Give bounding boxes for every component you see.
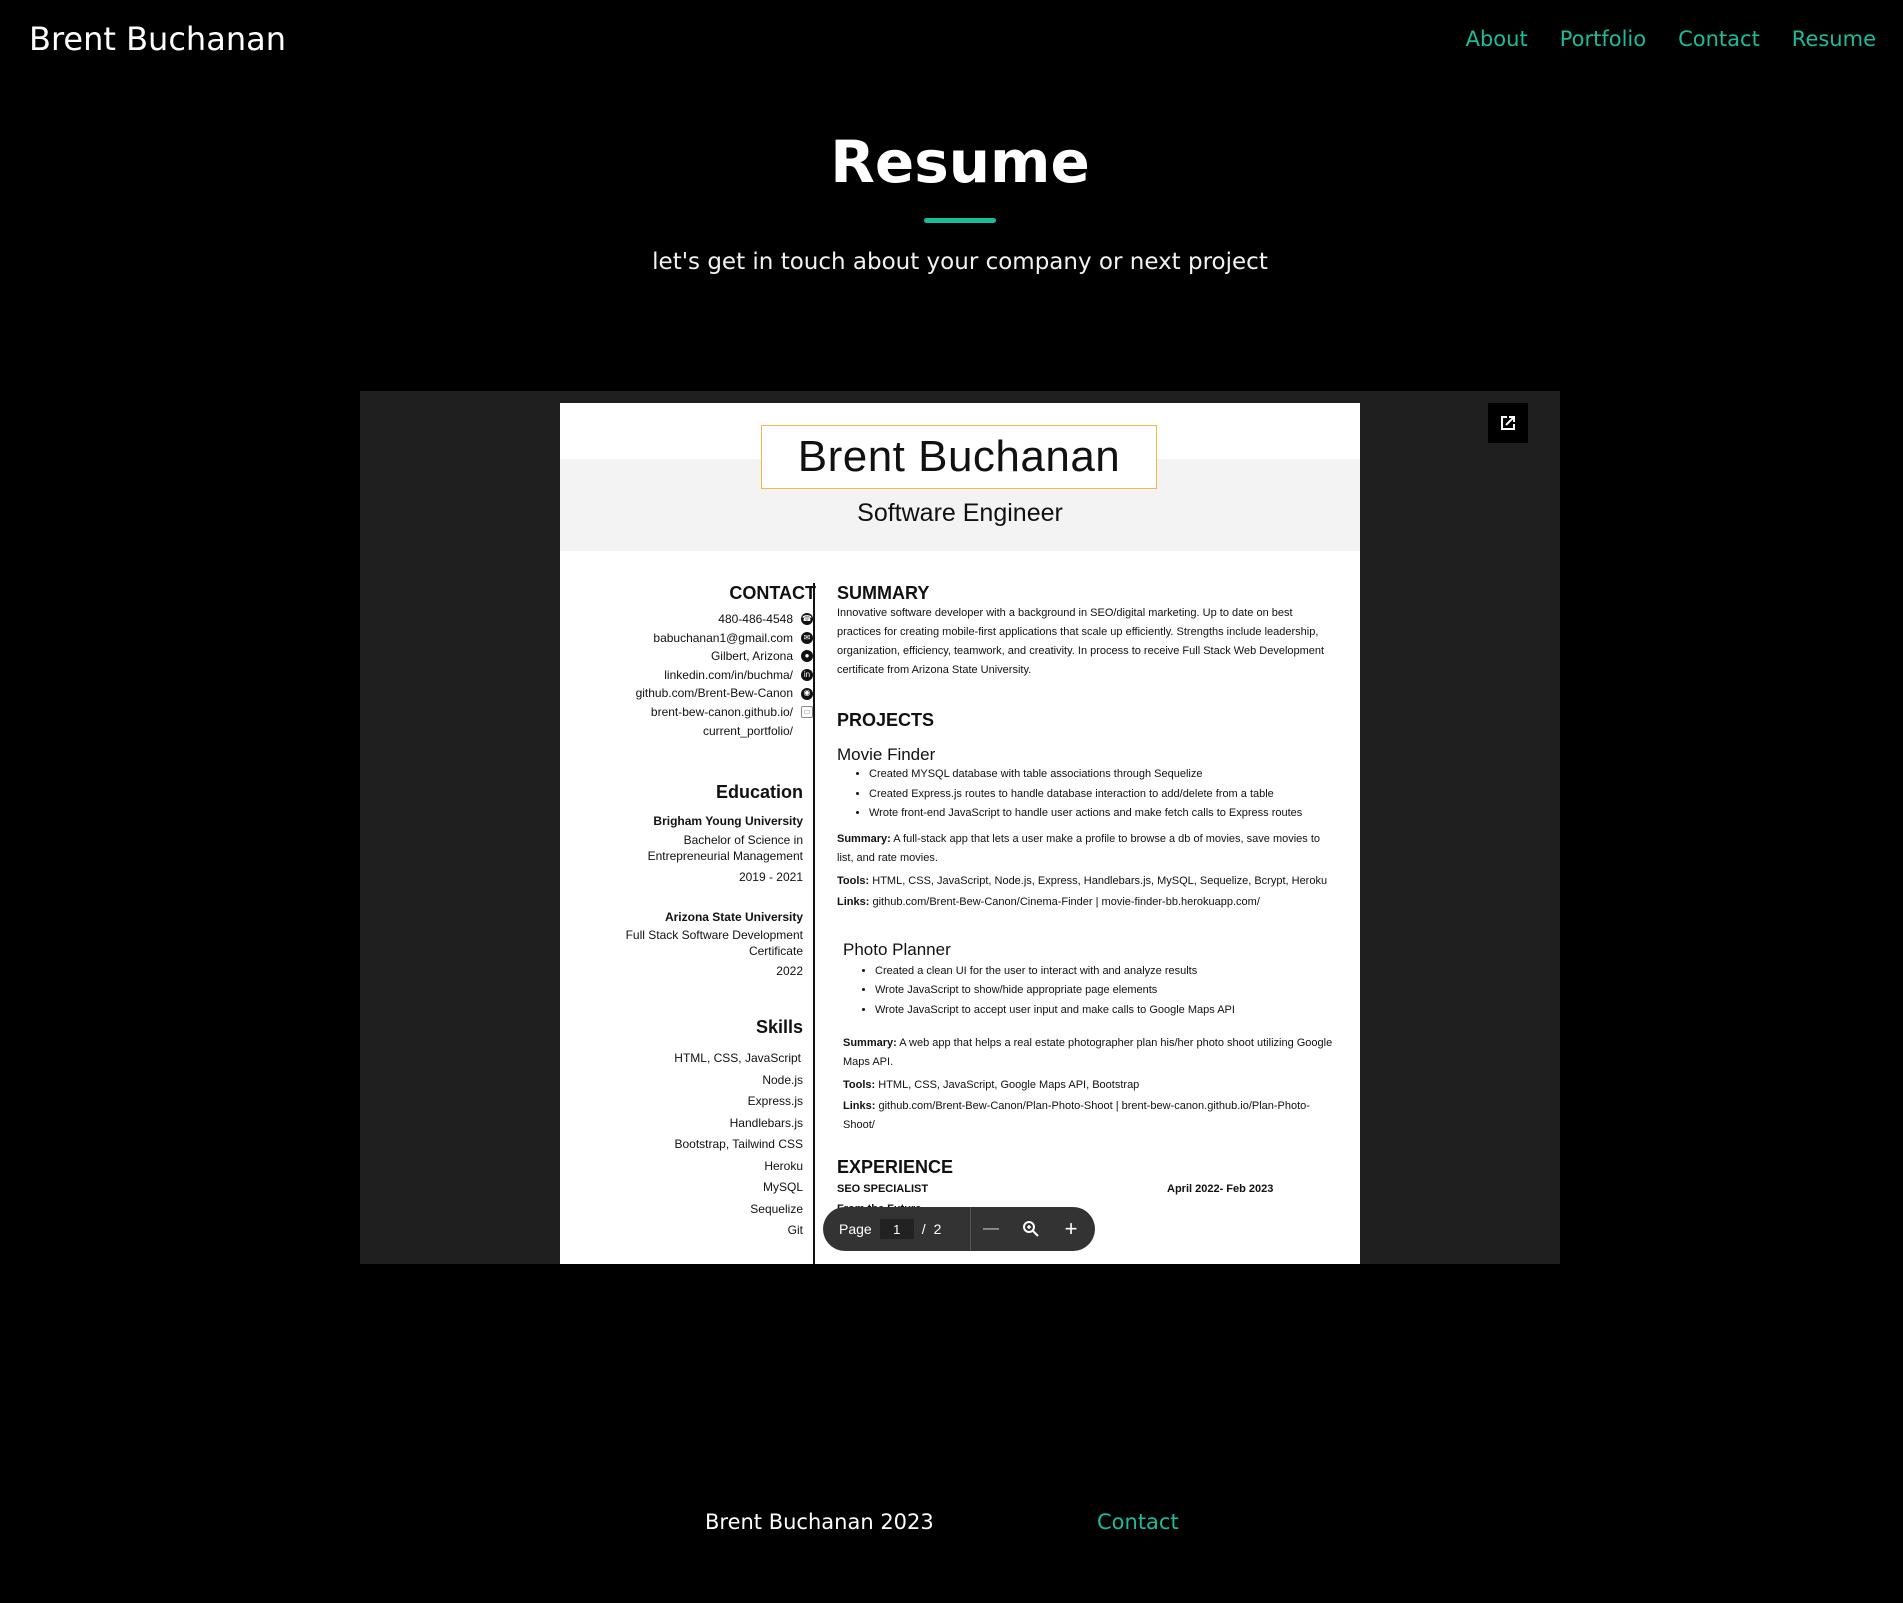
external-link-icon <box>1501 416 1515 430</box>
experience-dates: April 2022- Feb 2023 <box>1167 1183 1274 1195</box>
edu-years: 2019 - 2021 <box>738 870 803 885</box>
summary-text: Innovative software developer with a bac… <box>837 607 1325 676</box>
pdf-viewer[interactable]: Brent Buchanan Software Engineer CONTACT… <box>360 391 1560 1264</box>
skill-item: Heroku <box>764 1158 803 1173</box>
contact-phone: 480-486-4548 ☎ <box>718 612 813 626</box>
skill-item: MySQL <box>762 1180 803 1195</box>
bullet-item: Created Express.js routes to handle data… <box>869 785 1337 805</box>
skill-item: Node.js <box>762 1072 803 1087</box>
page-control: Page / 2 <box>823 1207 971 1251</box>
page-number-input[interactable] <box>879 1219 914 1239</box>
bullet-item: Created a clean UI for the user to inter… <box>875 962 1337 982</box>
education-list: Brigham Young University Bachelor of Sci… <box>560 813 803 979</box>
briefcase-icon: ▭ <box>801 706 813 719</box>
skill-item: Sequelize <box>750 1201 803 1216</box>
contact-email: babuchanan1@gmail.com ✉ <box>560 629 813 648</box>
skills-list: HTML, CSS, JavaScript Node.js Express.js… <box>560 1048 803 1242</box>
bullet-item: Wrote JavaScript to show/hide appropriat… <box>875 981 1337 1001</box>
edu-degree: Bachelor of Science in <box>683 833 803 848</box>
projects-heading: PROJECTS <box>837 710 935 730</box>
resume-role: Software Engineer <box>857 499 1063 527</box>
nav-portfolio[interactable]: Portfolio <box>1560 27 1646 51</box>
resume-name: Brent Buchanan <box>761 425 1157 489</box>
pdf-page: Brent Buchanan Software Engineer CONTACT… <box>560 403 1360 1264</box>
project-summary: Summary: A full-stack app that lets a us… <box>837 832 1321 864</box>
project-bullets: Created MYSQL database with table associ… <box>837 765 1337 824</box>
edu-years: 2022 <box>776 964 803 979</box>
page-title: Resume <box>830 128 1090 196</box>
location-icon: ● <box>801 650 813 663</box>
phone-icon: ☎ <box>801 613 813 626</box>
bullet-item: Wrote JavaScript to accept user input an… <box>875 1001 1337 1021</box>
footer-copyright: Brent Buchanan 2023 <box>705 1510 934 1534</box>
edu-school: Brigham Young University <box>653 814 803 829</box>
skill-item: Handlebars.js <box>729 1115 803 1130</box>
project-summary: Summary: A web app that helps a real est… <box>843 1037 1333 1068</box>
contact-github: github.com/Brent-Bew-Canon ◉ <box>560 684 813 703</box>
bullet-item: Wrote front-end JavaScript to handle use… <box>869 804 1337 824</box>
contact-portfolio: brent-bew-canon.github.io/▭ <box>560 703 813 722</box>
edu-degree: Entrepreneurial Management <box>647 849 803 864</box>
skill-item: HTML, CSS, JavaScript <box>674 1051 801 1066</box>
github-icon: ◉ <box>801 687 813 700</box>
skill-item: Express.js <box>747 1094 803 1109</box>
project-title: Photo Planner <box>843 939 951 959</box>
zoom-fit-button[interactable] <box>1011 1207 1051 1251</box>
footer-contact-link[interactable]: Contact <box>1097 1510 1179 1534</box>
education-heading: Education <box>715 782 803 803</box>
zoom-icon <box>1023 1221 1039 1237</box>
plus-icon: + <box>1064 1216 1078 1241</box>
page-subtitle: let's get in touch about your company or… <box>652 249 1268 275</box>
open-external-button[interactable] <box>1488 403 1528 443</box>
main-nav: About Portfolio Contact Resume <box>1466 27 1876 51</box>
title-underline <box>924 218 996 223</box>
contact-linkedin: linkedin.com/in/buchma/in <box>560 666 813 685</box>
column-divider <box>813 583 815 1264</box>
email-icon: ✉ <box>801 631 813 644</box>
project-item: Photo Planner Created a clean UI for the… <box>837 940 1337 1136</box>
resume-left-column: CONTACT 480-486-4548 ☎ babuchanan1@gmail.… <box>560 583 816 1242</box>
brand-link[interactable]: Brent Buchanan <box>29 20 286 58</box>
project-title: Movie Finder <box>837 745 936 764</box>
experience-heading: EXPERIENCE <box>837 1157 954 1177</box>
experience-role: SEO SPECIALIST <box>837 1183 929 1195</box>
page-label: Page <box>839 1221 872 1237</box>
site-header: Brent Buchanan About Portfolio Contact R… <box>0 0 1903 82</box>
skills-heading: Skills <box>755 1017 803 1038</box>
zoom-out-button[interactable]: — <box>971 1207 1011 1251</box>
edu-degree: Certificate <box>748 944 803 959</box>
project-tools: Tools: HTML, CSS, JavaScript, Google Map… <box>843 1079 1140 1091</box>
minus-icon: — <box>983 1220 999 1237</box>
linkedin-icon: in <box>801 669 813 682</box>
skill-item: Git <box>787 1223 803 1238</box>
project-bullets: Created a clean UI for the user to inter… <box>843 962 1337 1021</box>
edu-degree: Full Stack Software Development <box>625 928 803 943</box>
nav-contact[interactable]: Contact <box>1678 27 1760 51</box>
contact-location: Gilbert, Arizona ● <box>560 647 813 666</box>
experience-row: SEO SPECIALIST April 2022- Feb 2023 <box>837 1180 1337 1200</box>
summary-heading: SUMMARY <box>837 583 930 603</box>
contact-list: 480-486-4548 ☎ babuchanan1@gmail.com ✉ Gil… <box>560 610 813 740</box>
contact-heading: CONTACT <box>729 583 816 603</box>
contact-portfolio-cont: current_portfolio/ <box>702 723 793 738</box>
nav-about[interactable]: About <box>1466 27 1528 51</box>
nav-resume[interactable]: Resume <box>1792 27 1876 51</box>
edu-school: Arizona State University <box>664 910 803 925</box>
project-item: Movie Finder Created MYSQL database with… <box>837 745 1337 912</box>
pdf-toolbar: Page / 2 — + <box>823 1207 1095 1251</box>
project-links: Links: github.com/Brent-Bew-Canon/Cinema… <box>837 895 1260 908</box>
skill-item: Bootstrap, Tailwind CSS <box>674 1137 803 1152</box>
page-separator: / <box>921 1221 926 1237</box>
zoom-in-button[interactable]: + <box>1051 1207 1091 1251</box>
bullet-item: Created MYSQL database with table associ… <box>869 765 1337 785</box>
total-pages: 2 <box>933 1221 942 1237</box>
project-links: Links: github.com/Brent-Bew-Canon/Plan-P… <box>843 1100 1310 1131</box>
project-tools: Tools: HTML, CSS, JavaScript, Node.js, E… <box>837 874 1328 887</box>
resume-right-column: SUMMARY Innovative software developer wi… <box>837 583 1337 1219</box>
